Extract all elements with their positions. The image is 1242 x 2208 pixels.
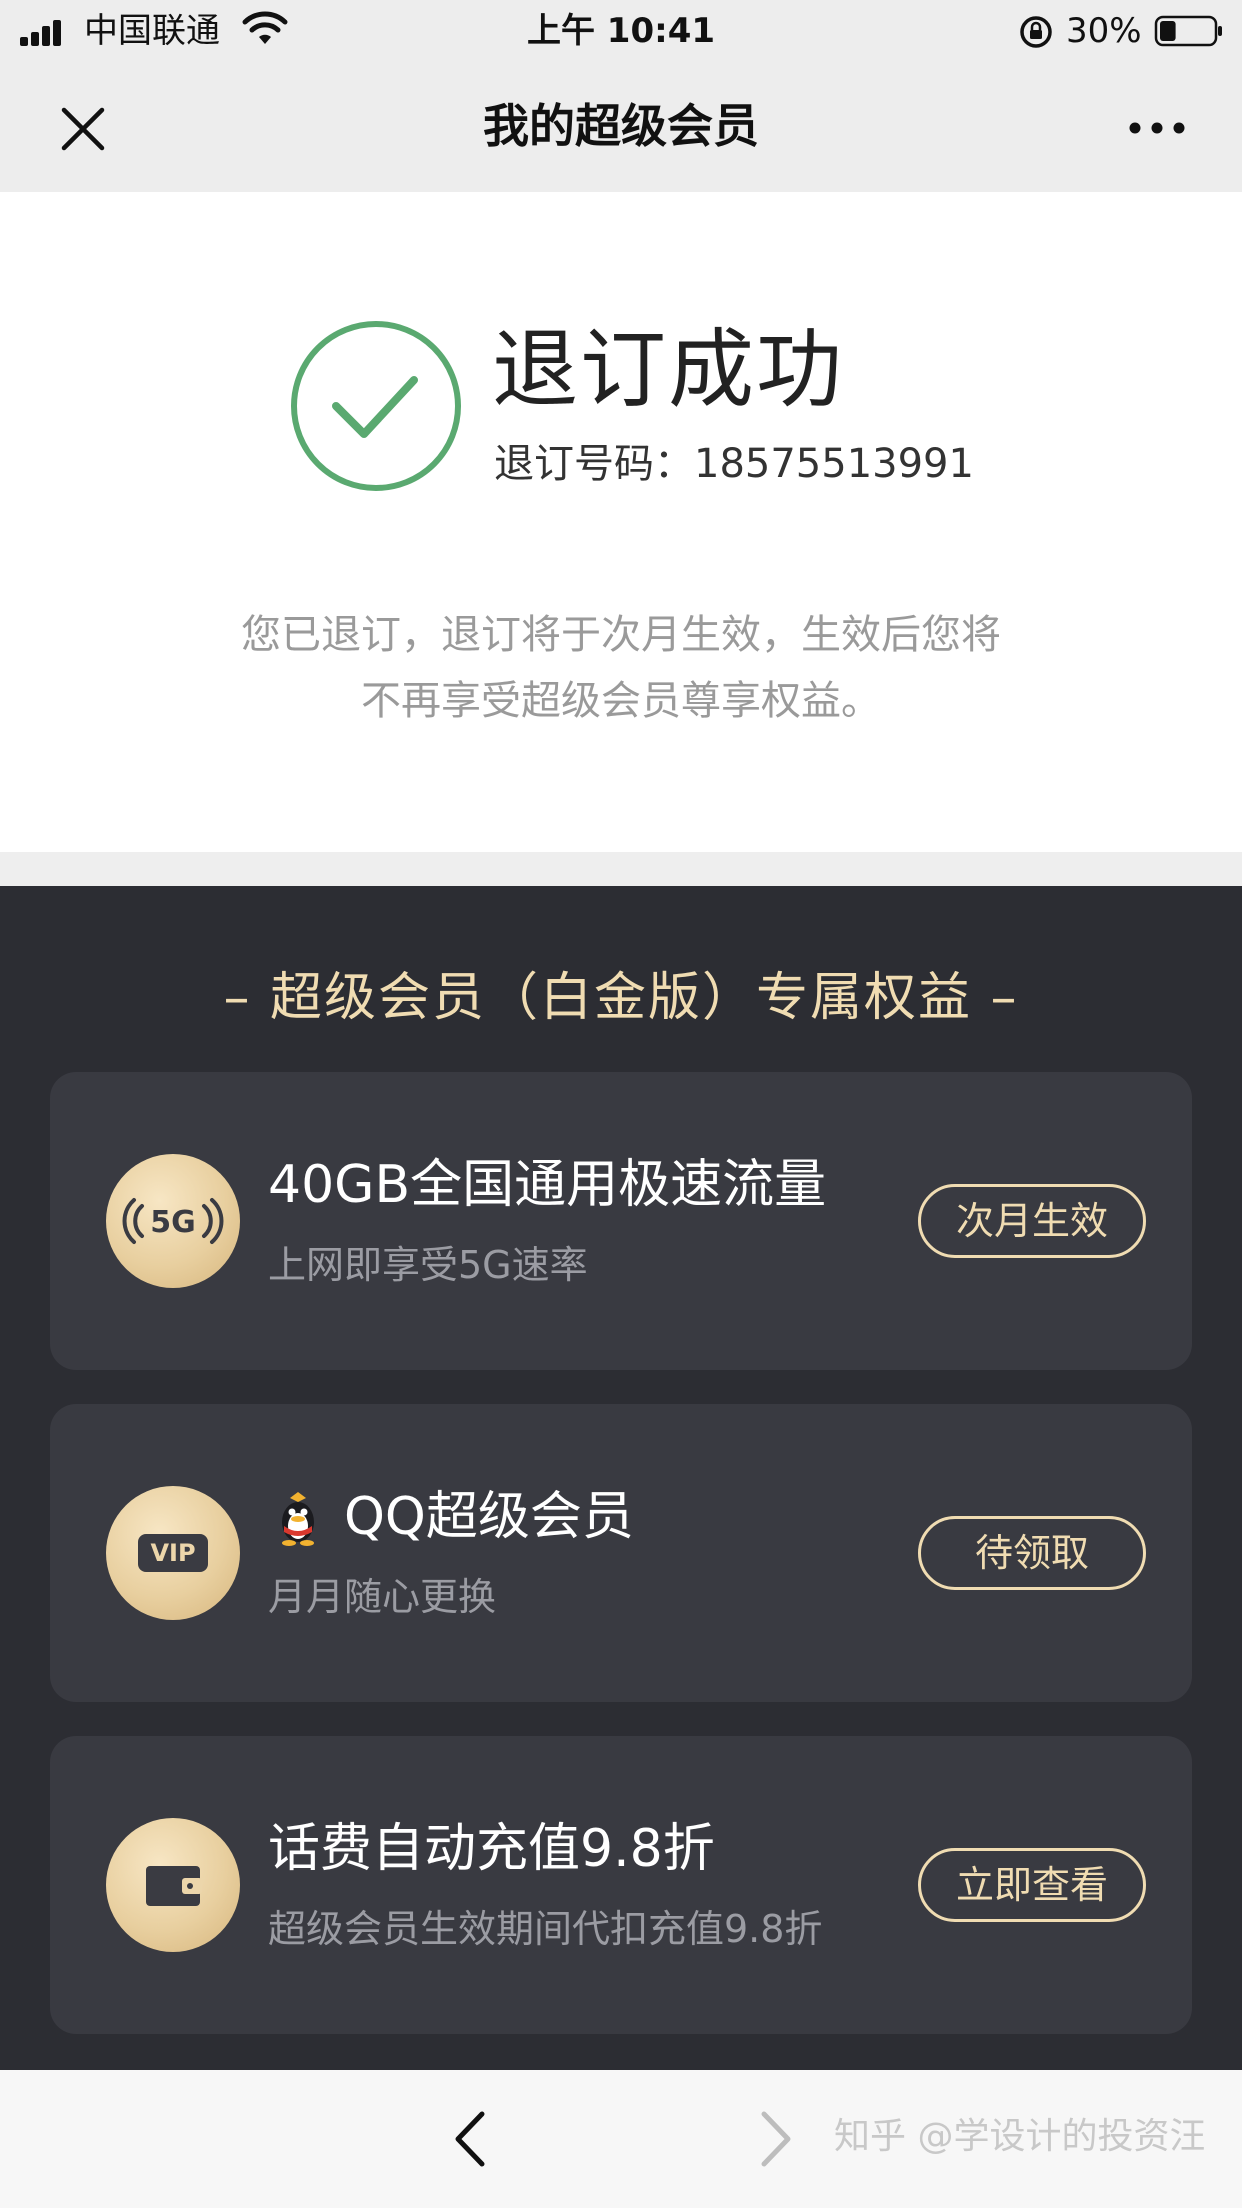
forward-icon [761, 2111, 791, 2167]
order-number-row: 退订号码：18575513991 [494, 440, 974, 488]
nav-bar: 我的超级会员 [0, 62, 1242, 192]
battery-percent: 30% [1066, 11, 1142, 51]
benefit-status-button[interactable]: 次月生效 [918, 1184, 1146, 1258]
order-number: 18575513991 [694, 441, 974, 487]
benefit-status-button[interactable]: 待领取 [918, 1516, 1146, 1590]
svg-text:VIP: VIP [150, 1539, 195, 1567]
wallet-icon [106, 1818, 240, 1952]
more-icon [1129, 122, 1185, 134]
benefit-subtitle: 月月随心更换 [268, 1575, 497, 1619]
benefit-title: 40GB全国通用极速流量 [268, 1155, 827, 1215]
benefit-subtitle: 超级会员生效期间代扣充值9.8折 [268, 1907, 823, 1951]
qq-penguin-icon [282, 1492, 314, 1546]
5g-icon: 5G [106, 1154, 240, 1288]
watermark: 知乎 @学设计的投资汪 [834, 2116, 1206, 2157]
result-panel: 退订成功 退订号码：18575513991 您已退订，退订将于次月生效，生效后您… [0, 192, 1242, 852]
benefit-card-qq-vip[interactable]: VIP QQ超级会员 月月随心更换 待领取 [50, 1404, 1192, 1702]
battery-icon [1154, 15, 1222, 47]
benefits-title: – 超级会员（白金版）专属权益 – [223, 968, 1019, 1028]
benefit-card-recharge[interactable]: 话费自动充值9.8折 超级会员生效期间代扣充值9.8折 立即查看 [50, 1736, 1192, 2034]
back-button[interactable] [446, 2106, 496, 2172]
browser-toolbar: 知乎 @学设计的投资汪 [0, 2070, 1242, 2208]
status-bar: 中国联通 上午 10:41 30% [0, 0, 1242, 62]
benefit-card-data[interactable]: 5G 40GB全国通用极速流量 上网即享受5G速率 次月生效 [50, 1072, 1192, 1370]
page: 中国联通 上午 10:41 30% 我的超级会员 退订成功 退订号码：18575… [0, 0, 1242, 2208]
order-number-label: 退订号码： [494, 441, 694, 487]
clock: 上午 10:41 [526, 11, 716, 51]
page-title: 我的超级会员 [483, 99, 759, 153]
result-title: 退订成功 [492, 320, 844, 420]
forward-button[interactable] [750, 2106, 800, 2172]
notice-line-1: 您已退订，退订将于次月生效，生效后您将 [241, 612, 1001, 658]
back-icon [455, 2111, 485, 2167]
more-button[interactable] [1120, 108, 1200, 148]
result-notice: 您已退订，退订将于次月生效，生效后您将 不再享受超级会员尊享权益。 [120, 602, 1122, 734]
rotation-lock-icon [1020, 16, 1052, 48]
benefit-title: 话费自动充值9.8折 [268, 1819, 715, 1879]
benefit-title: QQ超级会员 [344, 1487, 634, 1547]
benefit-status-button[interactable]: 立即查看 [918, 1848, 1146, 1922]
benefit-subtitle: 上网即享受5G速率 [268, 1243, 588, 1287]
notice-line-2: 不再享受超级会员尊享权益。 [361, 678, 881, 724]
svg-text:5G: 5G [150, 1205, 196, 1240]
benefits-section: – 超级会员（白金版）专属权益 – 5G 40GB全国通用极速流量 上网即享受5… [0, 886, 1242, 2070]
vip-icon: VIP [106, 1486, 240, 1620]
check-circle-icon [291, 321, 461, 491]
section-divider [0, 852, 1242, 886]
